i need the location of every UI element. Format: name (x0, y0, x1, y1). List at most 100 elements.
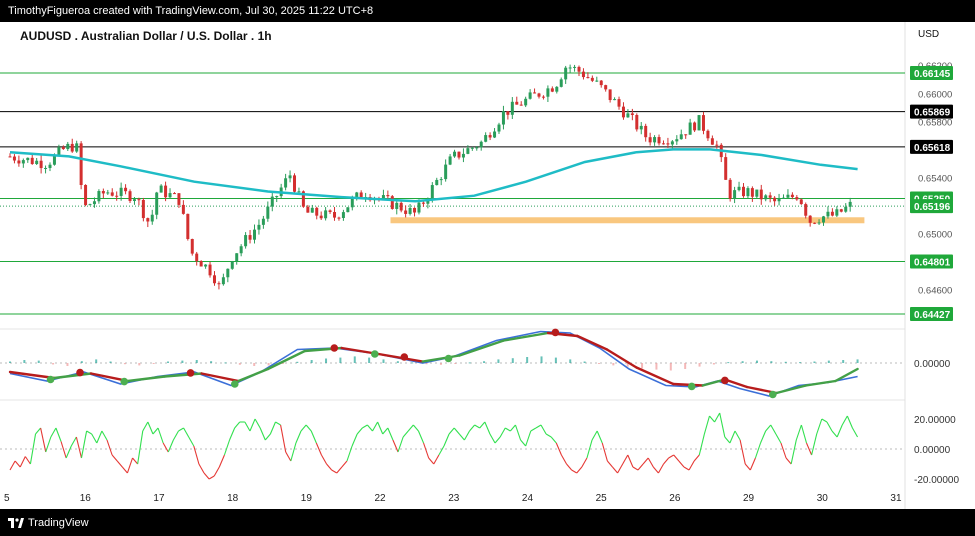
candle-body (390, 196, 394, 209)
candle-body (533, 92, 537, 94)
candle-body (844, 206, 848, 212)
macd-cross-marker (330, 344, 339, 352)
price-level-text: 0.65618 (914, 143, 951, 154)
candle-body (728, 179, 732, 199)
candle-body (164, 185, 168, 198)
macd-histogram-bar (842, 360, 845, 363)
time-tick-label: 19 (301, 493, 313, 504)
time-tick-label: 29 (743, 493, 755, 504)
candle-body (777, 198, 781, 202)
candle-body (395, 202, 399, 209)
candle-body (773, 197, 777, 202)
candle-body (688, 122, 692, 135)
macd-histogram-bar (23, 360, 26, 363)
candle-body (835, 209, 839, 216)
time-tick-label: 31 (890, 493, 902, 504)
price-level-text: 0.66145 (914, 69, 951, 80)
macd-cross-marker (371, 350, 379, 358)
candle-body (710, 138, 714, 145)
macd-cross-marker (76, 368, 84, 377)
candle-body (559, 79, 563, 87)
price-level-text: 0.64801 (914, 258, 951, 269)
candle-body (35, 160, 39, 165)
candle-body (337, 217, 341, 219)
macd-histogram-bar (253, 363, 256, 366)
time-tick-label: 25 (596, 493, 608, 504)
candle-body (39, 160, 43, 169)
macd-tick-label: 0.00000 (914, 359, 951, 370)
candle-body (470, 147, 474, 149)
candle-body (119, 187, 123, 196)
macd-histogram-bar (195, 360, 198, 363)
candle-body (421, 202, 425, 204)
candle-body (101, 191, 105, 194)
candle-body (697, 115, 701, 131)
candle-body (666, 143, 670, 145)
candle-body (248, 235, 252, 240)
candle-body (701, 115, 705, 131)
candle-body (319, 215, 323, 219)
candle-body (519, 104, 523, 106)
time-tick-label: 22 (375, 493, 387, 504)
candle-body (381, 195, 385, 199)
candle-body (590, 77, 594, 81)
candle-body (235, 253, 239, 262)
candle-body (613, 99, 617, 101)
macd-histogram-bar (396, 361, 399, 363)
macd-histogram-bar (454, 363, 457, 364)
candle-body (648, 137, 652, 143)
candle-body (661, 143, 665, 145)
candle-body (639, 125, 643, 130)
candle-body (586, 77, 590, 79)
attribution-bar: TimothyFigueroa created with TradingView… (0, 0, 975, 22)
macd-histogram-bar (540, 356, 543, 363)
macd-histogram-bar (109, 361, 112, 363)
candle-body (759, 189, 763, 200)
candle-body (177, 193, 181, 205)
macd-histogram-bar (353, 356, 356, 363)
candle-body (657, 137, 661, 144)
candle-body (399, 202, 403, 211)
candle-body (221, 277, 225, 285)
macd-histogram-bar (66, 363, 69, 366)
candle-body (435, 179, 439, 186)
candle-body (737, 186, 741, 191)
candle-body (684, 134, 688, 136)
brand-name[interactable]: TradingView (28, 517, 89, 529)
candle-body (786, 194, 790, 198)
candle-body (168, 193, 172, 198)
candle-body (439, 179, 443, 181)
macd-histogram-bar (368, 357, 371, 363)
candle-body (128, 191, 132, 201)
macd-histogram-bar (799, 362, 802, 364)
candle-body (141, 199, 145, 219)
candle-body (124, 187, 128, 192)
macd-cross-marker (46, 375, 55, 384)
chart-canvas[interactable]: 0.662000.660000.658000.654000.650000.646… (0, 22, 975, 509)
candle-body (430, 185, 434, 200)
candle-body (310, 207, 314, 213)
candle-body (484, 135, 488, 142)
time-tick-label: 23 (448, 493, 460, 504)
macd-histogram-bar (684, 363, 687, 369)
candle-body (386, 195, 390, 197)
candle-body (715, 144, 719, 146)
candle-body (724, 157, 728, 180)
candle-body (635, 114, 639, 130)
candle-body (617, 99, 621, 107)
candle-body (497, 124, 501, 132)
candle-body (475, 147, 479, 149)
macd-histogram-bar (80, 361, 83, 363)
candle-body (577, 66, 581, 72)
candle-body (755, 189, 759, 197)
candle-body (26, 157, 30, 161)
macd-histogram-bar (296, 361, 299, 363)
candle-body (653, 137, 657, 143)
candle-body (293, 175, 297, 192)
candle-body (350, 198, 354, 208)
candle-body (115, 195, 119, 197)
candle-body (599, 80, 603, 86)
macd-histogram-bar (784, 361, 787, 363)
time-tick-label: 24 (522, 493, 534, 504)
tradingview-logo-icon[interactable] (8, 517, 24, 528)
